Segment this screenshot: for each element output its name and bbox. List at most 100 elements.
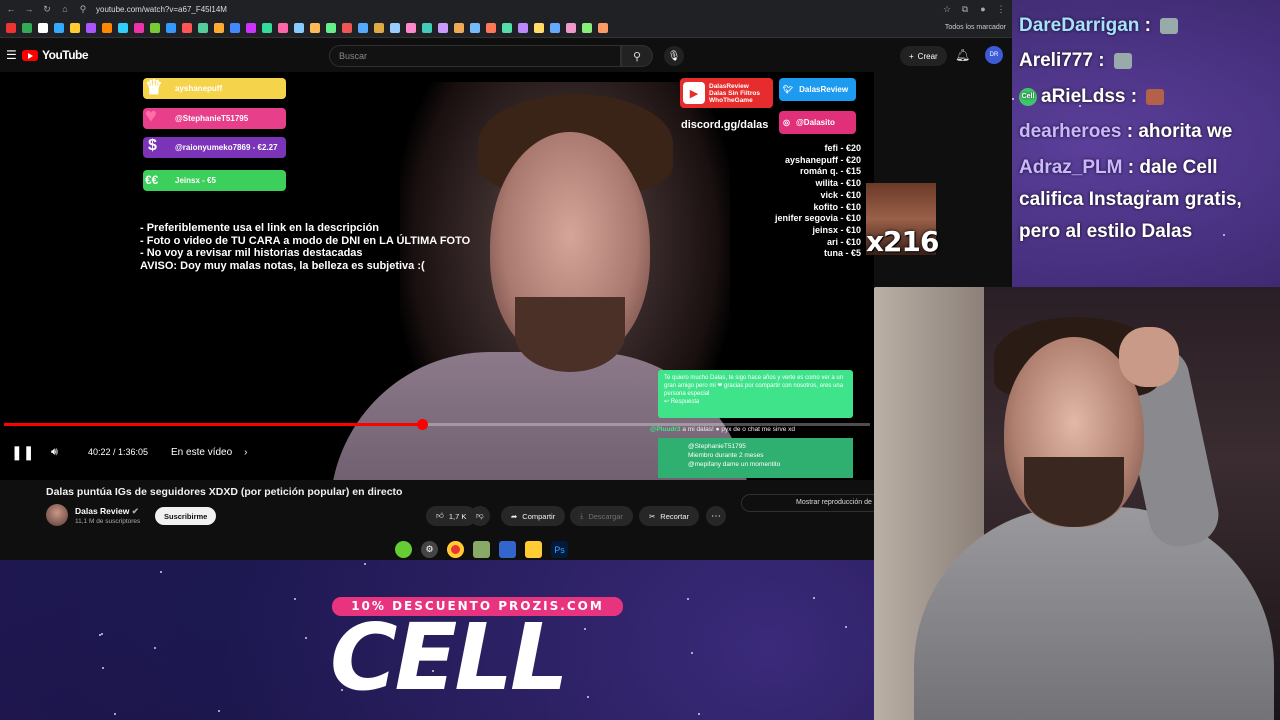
bookmark-icon[interactable] [534, 22, 544, 33]
bookmark-icon[interactable] [342, 22, 352, 33]
bookmark-icon[interactable] [582, 22, 592, 33]
bookmark-icon[interactable] [598, 22, 608, 33]
profile-icon[interactable]: ● [978, 4, 988, 14]
hamburger-menu-icon[interactable]: ☰ [6, 48, 22, 62]
show-chat-replay-button[interactable]: Mostrar reproducción de chat [741, 494, 881, 512]
bookmark-icon[interactable] [262, 22, 272, 33]
thumbs-down-icon: 👎︎ [476, 511, 484, 520]
discord-link-text: discord.gg/dalas [681, 119, 769, 131]
menu-dots-icon[interactable]: ⋮ [996, 4, 1006, 15]
microphone-icon: 🎙 [667, 50, 681, 62]
volume-icon[interactable]: 🔊︎ [51, 446, 58, 459]
notifications-bell-icon[interactable]: 🔔︎ [955, 48, 970, 62]
app-icon[interactable] [473, 541, 490, 558]
video-player[interactable]: ♛ ayshanepuff ♥ @StephanieT51795 $ @raionyu… [0, 72, 874, 480]
forward-icon[interactable]: → [24, 4, 34, 14]
channel-name-text: Dalas Review [75, 506, 130, 516]
bookmark-icon[interactable] [182, 22, 192, 33]
bookmark-icon[interactable] [6, 22, 16, 33]
bookmark-icon[interactable] [486, 22, 496, 33]
bookmark-icon[interactable] [310, 22, 320, 33]
bookmark-icon[interactable] [22, 22, 32, 33]
video-progress-bar[interactable] [4, 419, 870, 430]
bookmark-star-icon[interactable]: ☆ [942, 4, 952, 15]
bookmark-icon[interactable] [518, 22, 528, 33]
bookmark-icon[interactable] [86, 22, 96, 33]
twitter-card: 🐦︎ DalasReview [779, 78, 856, 101]
app-icon[interactable] [499, 541, 516, 558]
bookmark-icon[interactable] [150, 22, 160, 33]
home-icon[interactable]: ⌂ [60, 4, 70, 14]
youtube-logo[interactable]: YouTube [22, 48, 89, 62]
chrome-icon[interactable] [447, 541, 464, 558]
bookmark-icon[interactable] [502, 22, 512, 33]
bookmark-icon[interactable] [454, 22, 464, 33]
voice-search-button[interactable]: 🎙 [664, 46, 684, 66]
search-button[interactable]: ⚲ [621, 45, 653, 67]
all-bookmarks-link[interactable]: Todos los marcador [945, 24, 1006, 31]
bookmark-icon[interactable] [358, 22, 368, 33]
url-field[interactable]: youtube.com/watch?v=a67_F45l14M [96, 5, 934, 14]
youtube-icon: ▶ [683, 82, 705, 104]
bookmark-icon[interactable] [278, 22, 288, 33]
account-avatar[interactable]: DR [985, 46, 1003, 64]
like-count: 1,7 K [448, 511, 467, 521]
bookmark-icon[interactable] [566, 22, 576, 33]
clip-button[interactable]: ✂ Recortar [639, 506, 700, 526]
site-info-icon[interactable]: ⚲ [78, 4, 88, 15]
chat-separator: : [1121, 121, 1139, 142]
bookmark-icon[interactable] [374, 22, 384, 33]
bookmark-icon[interactable] [246, 22, 256, 33]
search-input[interactable]: Buscar [329, 45, 621, 67]
star [114, 713, 117, 716]
bookmark-icon[interactable] [438, 22, 448, 33]
bookmark-icon[interactable] [38, 22, 48, 33]
bookmark-icon[interactable] [214, 22, 224, 33]
sub-badge-label: ayshanepuff [175, 84, 223, 93]
bookmark-icon[interactable] [166, 22, 176, 33]
like-button[interactable]: 👍︎ 1,7 K [426, 506, 477, 526]
bookmark-icon[interactable] [390, 22, 400, 33]
bookmark-icon[interactable] [118, 22, 128, 33]
create-button[interactable]: + Crear [900, 46, 947, 66]
chat-message: ahorita we [1138, 121, 1233, 142]
bookmark-icon[interactable] [134, 22, 144, 33]
photoshop-icon[interactable]: Ps [551, 541, 568, 558]
share-button[interactable]: ➦ Compartir [501, 506, 566, 526]
app-icon[interactable] [395, 541, 412, 558]
scrubber-handle[interactable] [416, 419, 428, 430]
bookmark-icon[interactable] [70, 22, 80, 33]
bookmark-icon[interactable] [326, 22, 336, 33]
bookmark-icon[interactable] [102, 22, 112, 33]
rule-line: - No voy a revisar mil historias destaca… [140, 247, 363, 259]
stream-chat-line: Areli777 : [1019, 50, 1132, 72]
download-button[interactable]: ⤓ Descargar [570, 506, 633, 526]
bookmark-icon[interactable] [230, 22, 240, 33]
bookmark-icon[interactable] [406, 22, 416, 33]
reload-icon[interactable]: ↻ [42, 4, 52, 15]
bookmark-icon[interactable] [198, 22, 208, 33]
clip-label: Recortar [660, 511, 690, 521]
thumbs-up-icon: 👍︎ [436, 511, 444, 520]
dislike-button[interactable]: 👎︎ [470, 506, 490, 526]
extensions-icon[interactable]: ⧉ [960, 4, 970, 15]
subscribe-button[interactable]: Suscribirme [155, 507, 217, 525]
channel-name[interactable]: Dalas Review ✔ [75, 506, 139, 517]
stream-chat-line: dearheroes : ahorita we [1019, 121, 1232, 143]
bookmark-icon[interactable] [470, 22, 480, 33]
more-actions-icon[interactable]: ⋯ [706, 506, 726, 526]
folder-icon[interactable] [525, 541, 542, 558]
settings-icon[interactable]: ⚙ [421, 541, 438, 558]
channel-avatar[interactable] [46, 504, 68, 526]
chapter-button[interactable]: En este vídeo › [171, 447, 248, 458]
bookmark-icon[interactable] [550, 22, 560, 33]
bookmark-icon[interactable] [422, 22, 432, 33]
chevron-right-icon: › [244, 446, 248, 458]
promo-code-text: CELL [330, 604, 569, 711]
pause-icon[interactable]: ❚❚ [11, 444, 34, 461]
bookmark-icon[interactable] [54, 22, 64, 33]
back-icon[interactable]: ← [6, 4, 16, 14]
star [845, 626, 848, 629]
top-donations-list: fefi - €20 ayshanepuff - €20 román q. - €1… [775, 143, 861, 260]
bookmark-icon[interactable] [294, 22, 304, 33]
